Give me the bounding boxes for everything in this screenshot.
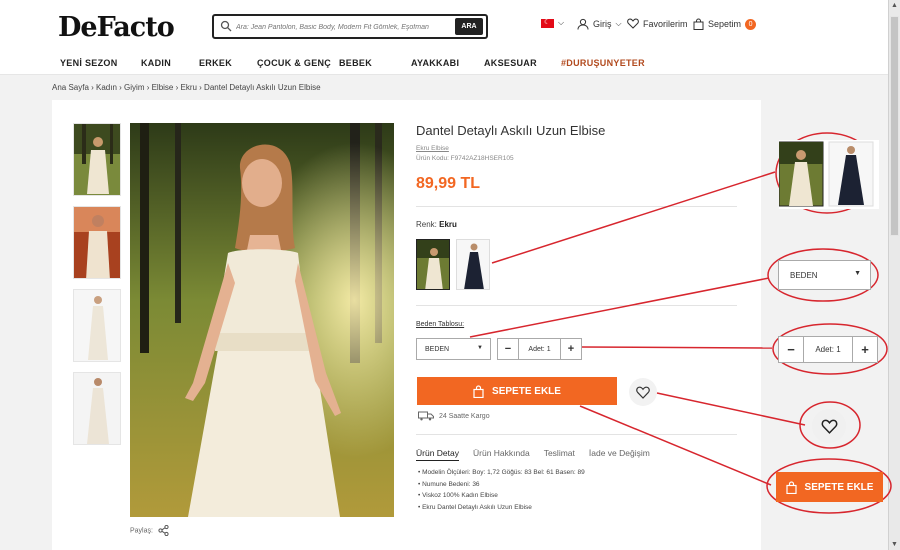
color-row: Renk: Ekru	[416, 220, 457, 229]
shipping-info: 24 Saatte Kargo	[418, 411, 490, 421]
tab-product-detail[interactable]: Ürün Detay	[416, 448, 459, 461]
zoom-qty-plus: +	[852, 337, 877, 362]
list-item: Viskoz 100% Kadın Elbise	[418, 492, 585, 499]
nav-item-men[interactable]: ERKEK	[199, 58, 232, 68]
chevron-down-icon: ⌵	[615, 19, 622, 28]
nav-item-baby[interactable]: BEBEK	[339, 58, 372, 68]
color-value: Ekru	[439, 220, 457, 229]
product-price: 89,99 TL	[416, 175, 481, 192]
zoom-add-to-cart-button: SEPETE EKLE	[776, 472, 883, 502]
heart-icon	[821, 419, 837, 434]
zoom-size-select: BEDEN ▼	[778, 260, 871, 290]
nav-item-campaign[interactable]: #DURUŞUNYETER	[561, 58, 645, 68]
zoom-qty-value: Adet: 1	[815, 345, 841, 354]
scroll-up-arrow-icon[interactable]: ▲	[891, 2, 898, 9]
product-details-list: Modelin Ölçüleri: Boy: 1,72 Göğüs: 83 Be…	[418, 469, 585, 515]
zoom-favorite-button	[812, 409, 846, 443]
search-icon	[220, 20, 232, 32]
dropdown-arrow-icon: ▼	[477, 345, 483, 351]
truck-icon	[418, 411, 434, 421]
search-button[interactable]: ARA	[455, 18, 483, 35]
logo[interactable]: DeFacto	[58, 12, 175, 43]
product-tabs: Ürün Detay Ürün Hakkında Teslimat İade v…	[416, 448, 650, 461]
site-header: DeFacto ARA ⌵ Giriş ⌵ Favorilerim Sepeti…	[0, 0, 888, 75]
heart-icon	[636, 386, 650, 399]
color-swatch-ecru[interactable]	[416, 239, 450, 290]
cart-link[interactable]: Sepetim 0	[693, 18, 757, 30]
login-link[interactable]: Giriş ⌵	[577, 18, 622, 30]
divider	[416, 434, 737, 435]
user-icon	[577, 18, 589, 30]
qty-minus-button[interactable]: −	[498, 339, 519, 359]
list-item: Numune Bedeni: 36	[418, 481, 585, 488]
thumbnail-1[interactable]	[73, 123, 121, 196]
add-to-cart-label: SEPETE EKLE	[492, 385, 561, 397]
list-item: Modelin Ölçüleri: Boy: 1,72 Göğüs: 83 Be…	[418, 469, 585, 476]
shopping-bag-icon	[785, 480, 797, 494]
add-to-cart-button[interactable]: SEPETE EKLE	[417, 377, 617, 405]
divider	[416, 206, 737, 207]
product-title: Dantel Detaylı Askılı Uzun Elbise	[416, 123, 606, 138]
zoom-qty-minus: −	[779, 337, 804, 362]
color-swatch-navy[interactable]	[456, 239, 490, 290]
tab-about-product[interactable]: Ürün Hakkında	[473, 448, 530, 461]
shipping-label: 24 Saatte Kargo	[439, 412, 490, 420]
nav-item-accessories[interactable]: AKSESUAR	[484, 58, 537, 68]
heart-icon	[627, 18, 639, 29]
share-label: Paylaş:	[130, 527, 153, 535]
qty-plus-button[interactable]: +	[560, 339, 581, 359]
list-item: Ekru Dantel Detaylı Askılı Uzun Elbise	[418, 504, 585, 511]
zoom-size-value: BEDEN	[790, 271, 818, 280]
favorites-label: Favorilerim	[643, 18, 688, 29]
nav-item-new-season[interactable]: YENİ SEZON	[60, 58, 118, 68]
scroll-down-arrow-icon[interactable]: ▼	[891, 541, 898, 548]
cart-label: Sepetim	[708, 19, 742, 29]
nav-item-kids[interactable]: ÇOCUK & GENÇ	[257, 58, 331, 68]
page-scrollbar[interactable]: ▲ ▼	[888, 0, 900, 550]
login-label: Giriş	[593, 19, 612, 29]
thumbnail-3[interactable]	[73, 289, 121, 362]
language-selector[interactable]: ⌵	[541, 18, 564, 28]
search-input[interactable]	[236, 19, 436, 35]
nav-item-women[interactable]: KADIN	[141, 58, 171, 68]
nav-item-shoes[interactable]: AYAKKABI	[411, 58, 459, 68]
product-code: Ürün Kodu: F9742AZ18HSER105	[416, 155, 514, 162]
size-select-value: BEDEN	[425, 346, 450, 353]
favorites-link[interactable]: Favorilerim	[627, 18, 688, 29]
zoom-quantity-stepper: − Adet: 1 +	[778, 336, 878, 363]
divider	[416, 305, 737, 306]
shopping-bag-icon	[693, 18, 704, 30]
dropdown-arrow-icon: ▼	[854, 270, 861, 277]
search-box: ARA	[212, 14, 488, 39]
breadcrumb[interactable]: Ana Sayfa › Kadın › Giyim › Elbise › Ekr…	[52, 83, 321, 92]
main-product-image[interactable]	[130, 123, 394, 517]
favorite-button[interactable]	[629, 378, 657, 406]
size-table-link[interactable]: Beden Tablosu:	[416, 321, 464, 328]
zoom-color-swatches	[778, 140, 879, 209]
scrollbar-thumb[interactable]	[890, 16, 899, 236]
thumbnail-2[interactable]	[73, 206, 121, 279]
tab-delivery[interactable]: Teslimat	[544, 448, 575, 461]
thumbnail-4[interactable]	[73, 372, 121, 445]
qty-value: Adet: 1	[528, 345, 551, 353]
chevron-down-icon: ⌵	[558, 18, 565, 27]
color-link[interactable]: Ekru Elbise	[416, 145, 449, 152]
quantity-stepper[interactable]: − Adet: 1 +	[497, 338, 582, 360]
cart-count-badge: 0	[745, 18, 757, 30]
tab-returns[interactable]: İade ve Değişim	[589, 448, 650, 461]
size-select[interactable]: BEDEN ▼	[416, 338, 491, 360]
zoom-add-to-cart-label: SEPETE EKLE	[804, 481, 874, 493]
share-icon[interactable]	[158, 524, 169, 537]
turkey-flag-icon	[541, 18, 554, 28]
shopping-bag-icon	[473, 384, 484, 398]
color-label: Renk:	[416, 220, 437, 229]
share-row[interactable]: Paylaş:	[130, 524, 169, 537]
